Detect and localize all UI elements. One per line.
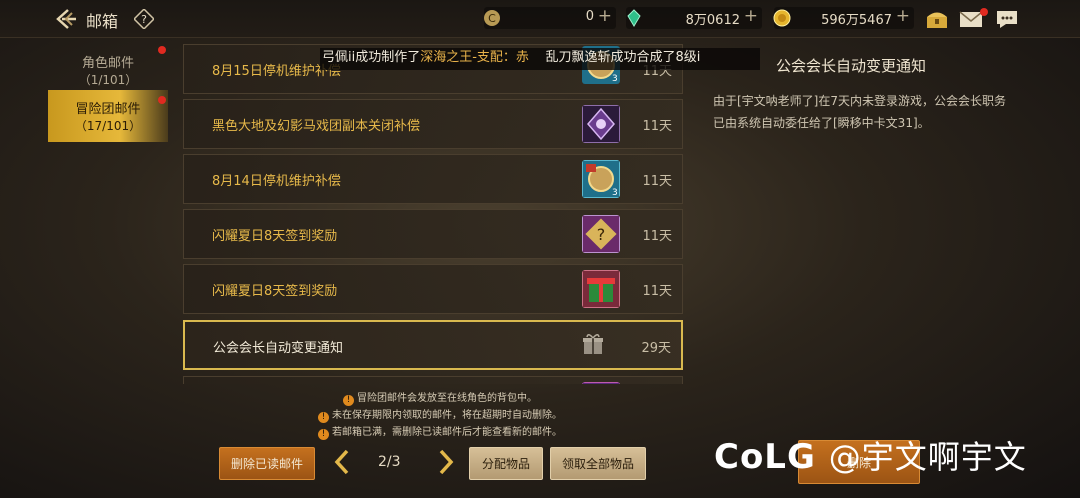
svg-text:3: 3 <box>612 188 618 198</box>
svg-text:3: 3 <box>612 74 618 84</box>
currency-gem: 8万0612 + <box>626 6 762 29</box>
mail-title: 8月14日停机维护补偿 <box>212 174 341 189</box>
item-icon <box>582 382 620 384</box>
top-bar: 邮箱 ? C 0 + 8万0612 + 596万5467 + <box>0 0 1080 38</box>
coin-c-icon: C <box>484 10 500 26</box>
warning-icon: ! <box>318 412 329 423</box>
mail-notification-dot <box>980 8 988 16</box>
mail-row-partial[interactable] <box>183 376 683 384</box>
next-page-icon[interactable] <box>436 448 456 476</box>
mail-row[interactable]: 黑色大地及幻影马戏团副本关闭补偿 11天 <box>183 99 683 149</box>
gold-coin-icon <box>773 9 791 27</box>
mail-title: 闪耀夏日8天签到奖励 <box>212 284 338 299</box>
svg-text:?: ? <box>597 225 606 244</box>
warning-icon: ! <box>318 429 329 440</box>
back-arrow-icon[interactable] <box>54 8 78 30</box>
broadcast-marquee: 弓佩ii成功制作了深海之王-支配：赤 乱刀飘逸斩成功合成了8级i <box>320 48 760 70</box>
broadcast-prefix: 弓佩ii成功制作了 <box>322 50 421 65</box>
tab-role-mail-dot <box>158 46 166 54</box>
delete-read-button[interactable]: 删除已读邮件 <box>219 447 315 480</box>
mail-row[interactable]: 闪耀夏日8天签到奖励 ? 11天 <box>183 209 683 259</box>
watermark: CoLG @宇文啊宇文 <box>714 432 1027 478</box>
mail-notes: ! 冒险团邮件会发放至在线角色的背包中。 ! 未在保存期限内领取的邮件，将在超期时自… <box>290 390 590 441</box>
mail-title: 闪耀夏日8天签到奖励 <box>212 229 338 244</box>
prev-page-icon[interactable] <box>332 448 352 476</box>
mystery-box-icon: ? <box>582 215 620 253</box>
tab-role-mail-label: 角色邮件 <box>81 56 134 71</box>
gift-box-icon <box>582 270 620 308</box>
emblem-icon <box>582 105 620 143</box>
warning-icon: ! <box>343 395 354 406</box>
currency-gold-value: 596万5467 <box>821 13 892 28</box>
mail-title: 黑色大地及幻影马戏团副本关闭补偿 <box>212 119 421 134</box>
note-line: ! 冒险团邮件会发放至在线角色的背包中。 <box>290 390 590 407</box>
tab-adventure-mail[interactable]: 冒险团邮件 （17/101） <box>48 90 168 142</box>
mail-days: 11天 <box>642 284 672 299</box>
tab-adventure-mail-count: （17/101） <box>74 119 142 133</box>
note-line: ! 若邮箱已满，需删除已读邮件后才能查看新的邮件。 <box>290 424 590 441</box>
currency-c-add-button[interactable]: + <box>598 6 612 26</box>
currency-gem-value: 8万0612 <box>685 13 740 28</box>
mail-detail-title: 公会会长自动变更通知 <box>776 57 927 75</box>
currency-gold: 596万5467 + <box>773 6 914 29</box>
mail-title: 公会会长自动变更通知 <box>213 341 344 356</box>
mail-detail-body: 由于[宇文呐老师了]在7天内未登录游戏，公会会长职务已由系统自动委任给了[瞬移中… <box>713 94 1007 130</box>
ticket-icon: 3 <box>582 160 620 198</box>
mail-row-selected[interactable]: 公会会长自动变更通知 29天 <box>183 320 683 370</box>
gift-outline-icon <box>583 334 603 354</box>
mail-days: 11天 <box>642 174 672 189</box>
treasure-chest-icon[interactable] <box>924 7 950 31</box>
note-line: ! 未在保存期限内领取的邮件，将在超期时自动删除。 <box>290 407 590 424</box>
help-icon[interactable]: ? <box>134 9 154 29</box>
watermark-user: @宇文啊宇文 <box>828 438 1027 476</box>
page-indicator: 2/3 <box>378 454 401 470</box>
currency-gem-add-button[interactable]: + <box>744 6 758 26</box>
distribute-items-button[interactable]: 分配物品 <box>469 447 543 480</box>
tab-adventure-mail-dot <box>158 96 166 104</box>
currency-c-value: 0 <box>585 9 594 24</box>
mail-days: 29天 <box>641 341 671 356</box>
currency-c: C 0 + <box>484 6 616 29</box>
currency-gold-add-button[interactable]: + <box>896 6 910 26</box>
page-title: 邮箱 <box>86 12 119 31</box>
chat-icon[interactable] <box>994 7 1020 31</box>
tab-role-mail-count: （1/101） <box>78 73 138 87</box>
tab-role-mail[interactable]: 角色邮件 （1/101） <box>48 44 168 96</box>
watermark-brand: CoLG <box>714 437 816 477</box>
mail-list[interactable]: 8月15日停机维护补偿 3 11天 黑色大地及幻影马戏团副本关闭补偿 11天 8… <box>183 44 683 384</box>
gem-icon <box>627 9 641 27</box>
svg-text:C: C <box>488 12 496 25</box>
mail-days: 11天 <box>642 229 672 244</box>
broadcast-item-name: 深海之王-支配：赤 <box>420 50 529 65</box>
claim-all-button[interactable]: 领取全部物品 <box>550 447 646 480</box>
mail-row[interactable]: 8月14日停机维护补偿 3 11天 <box>183 154 683 204</box>
broadcast-suffix: 乱刀飘逸斩成功合成了8级i <box>528 50 701 65</box>
svg-text:?: ? <box>141 13 147 26</box>
mail-row[interactable]: 闪耀夏日8天签到奖励 11天 <box>183 264 683 314</box>
tab-adventure-mail-label: 冒险团邮件 <box>75 102 141 117</box>
mail-days: 11天 <box>642 119 672 134</box>
